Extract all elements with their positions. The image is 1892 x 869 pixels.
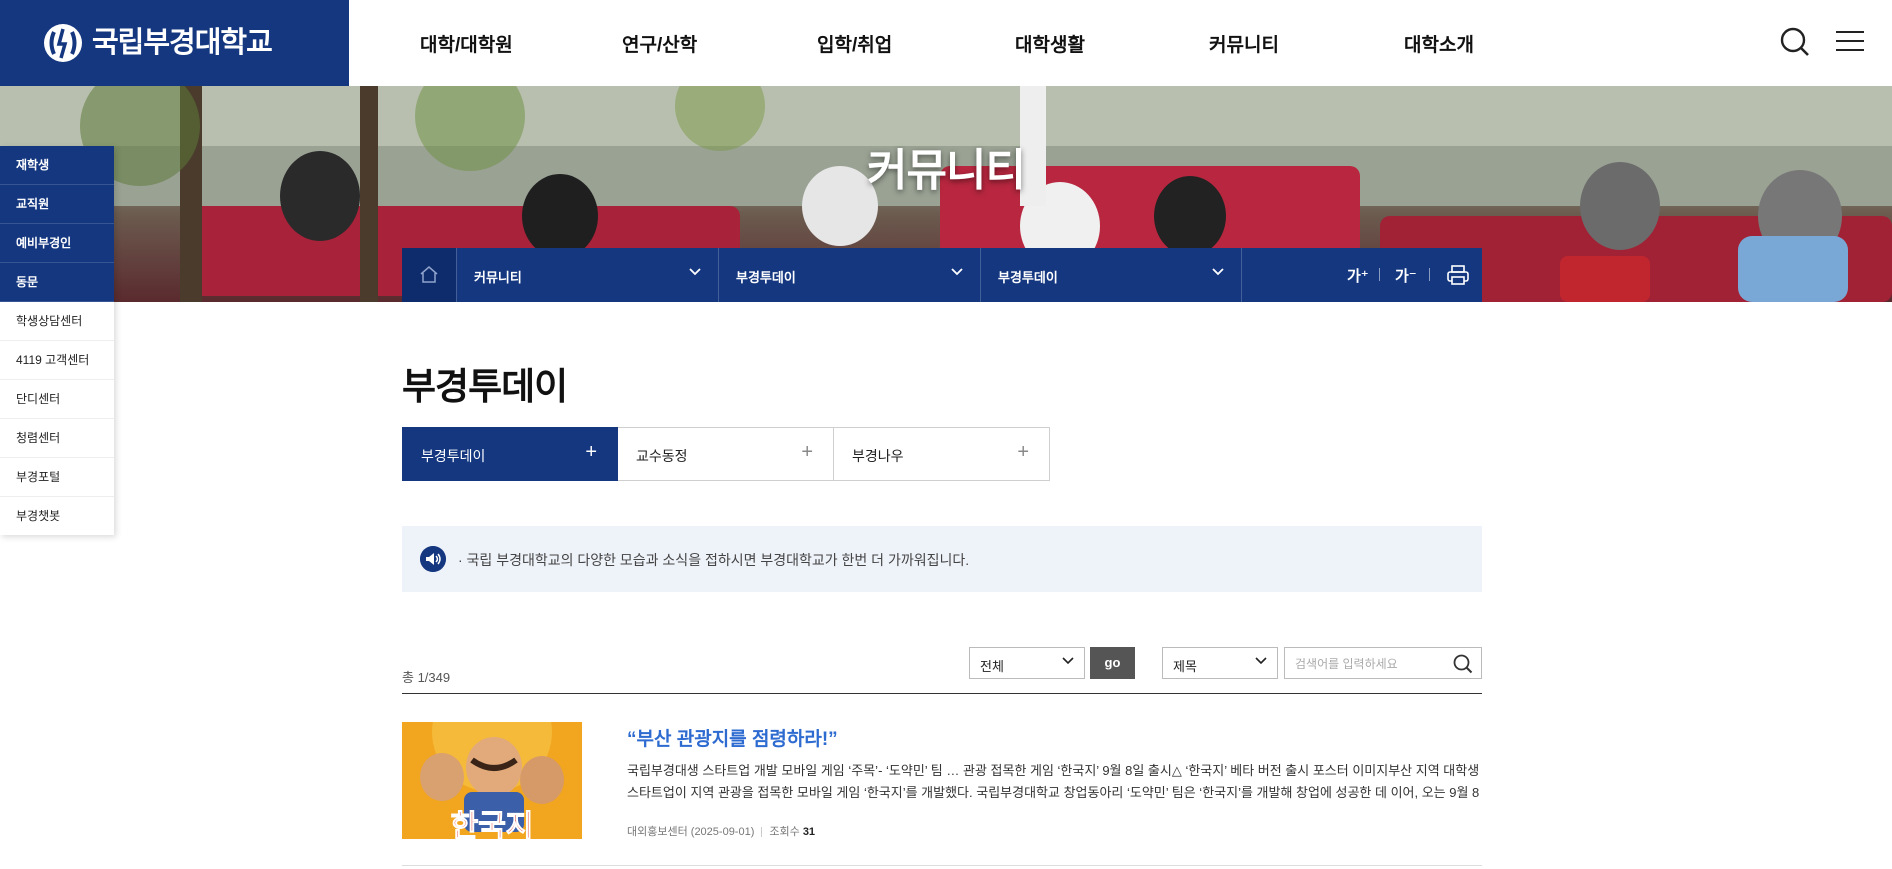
quick-item-integrity-center[interactable]: 청렴센터 bbox=[0, 419, 114, 458]
quick-item-dandi-center[interactable]: 단디센터 bbox=[0, 380, 114, 419]
notice-banner: · 국립 부경대학교의 다양한 모습과 소식을 접하시면 부경대학교가 한번 더… bbox=[402, 526, 1482, 592]
hamburger-menu-icon[interactable] bbox=[1836, 31, 1864, 53]
home-icon bbox=[420, 266, 438, 283]
tab-label: 부경투데이 bbox=[421, 448, 486, 464]
chevron-down-icon bbox=[1212, 268, 1224, 276]
tab-bukyung-now[interactable]: 부경나우 + bbox=[834, 427, 1050, 481]
nav-item-community[interactable]: 커뮤니티 bbox=[1209, 30, 1279, 57]
article-thumbnail[interactable]: 한국지 bbox=[402, 722, 582, 839]
location-depth2-dropdown[interactable]: 부경투데이 bbox=[718, 248, 981, 302]
location-depth2-label: 부경투데이 bbox=[736, 270, 796, 285]
hero-title: 커뮤니티 bbox=[867, 146, 1026, 195]
sub-tabs: 부경투데이 + 교수동정 + 부경나우 + bbox=[402, 427, 1050, 481]
article-meta: 대외홍보센터 (2025-09-01) 조회수 31 bbox=[627, 823, 815, 839]
article-thumbnail-image: 한국지 bbox=[402, 722, 582, 839]
chevron-down-icon bbox=[1062, 657, 1074, 665]
quick-item-prospective[interactable]: 예비부경인 bbox=[0, 224, 114, 263]
nav-item-about[interactable]: 대학소개 bbox=[1404, 30, 1474, 57]
chevron-down-icon bbox=[951, 268, 963, 276]
tab-faculty-news[interactable]: 교수동정 + bbox=[618, 427, 834, 481]
chevron-down-icon bbox=[689, 268, 701, 276]
plus-icon: + bbox=[1017, 441, 1029, 463]
location-depth3-label: 부경투데이 bbox=[998, 270, 1058, 285]
category-select-value: 전체 bbox=[980, 659, 1004, 674]
nav-item-admission[interactable]: 입학/취업 bbox=[817, 30, 892, 57]
thumbnail-game-title: 한국지 bbox=[451, 809, 534, 839]
search-icon[interactable] bbox=[1453, 654, 1473, 674]
tab-bukyung-today[interactable]: 부경투데이 + bbox=[402, 427, 618, 481]
quick-item-students[interactable]: 재학생 bbox=[0, 146, 114, 185]
university-emblem-icon bbox=[44, 24, 82, 62]
location-depth3-dropdown[interactable]: 부경투데이 bbox=[980, 248, 1242, 302]
search-field-value: 제목 bbox=[1173, 659, 1197, 674]
font-size-up-button[interactable]: 가⁺ bbox=[1347, 265, 1369, 286]
location-depth1-dropdown[interactable]: 커뮤니티 bbox=[456, 248, 719, 302]
tab-label: 교수동정 bbox=[636, 448, 688, 464]
total-count: 총 1/349 bbox=[402, 670, 451, 685]
font-size-down-button[interactable]: 가⁻ bbox=[1395, 265, 1417, 286]
logo-text: 국립부경대학교 bbox=[92, 27, 273, 59]
list-top-divider bbox=[402, 693, 1482, 694]
chevron-down-icon bbox=[1255, 657, 1267, 665]
quick-item-portal[interactable]: 부경포털 bbox=[0, 458, 114, 497]
logo[interactable]: 국립부경대학교 bbox=[0, 0, 349, 86]
nav-item-research[interactable]: 연구/산학 bbox=[622, 30, 697, 57]
article-summary: 국립부경대생 스타트업 개발 모바일 게임 ‘주목’- ‘도약민’ 팀 … 관광… bbox=[627, 763, 1480, 800]
search-field-select[interactable]: 제목 bbox=[1162, 647, 1278, 679]
page-tools: 가⁺ 가⁻ bbox=[1241, 248, 1483, 302]
article-views-count: 31 bbox=[802, 826, 816, 838]
plus-icon: + bbox=[585, 441, 597, 463]
search-box bbox=[1284, 647, 1482, 679]
quick-item-staff[interactable]: 교직원 bbox=[0, 185, 114, 224]
nav-item-academics[interactable]: 대학/대학원 bbox=[420, 30, 513, 57]
location-bar: 커뮤니티 부경투데이 부경투데이 가⁺ 가⁻ bbox=[402, 248, 1482, 302]
search-input[interactable] bbox=[1293, 654, 1447, 674]
article-views-label: 조회수 bbox=[769, 826, 800, 838]
list-item-divider bbox=[402, 865, 1482, 866]
quick-menu: 재학생 교직원 예비부경인 동문 학생상담센터 4119 고객센터 단디센터 청… bbox=[0, 146, 114, 535]
tab-label: 부경나우 bbox=[852, 448, 904, 464]
home-button[interactable] bbox=[402, 248, 456, 302]
plus-icon: + bbox=[801, 441, 813, 463]
quick-item-customer-center[interactable]: 4119 고객센터 bbox=[0, 341, 114, 380]
print-icon[interactable] bbox=[1447, 264, 1469, 286]
article-writer-date: 대외홍보센터 (2025-09-01) bbox=[627, 826, 755, 838]
location-depth1-label: 커뮤니티 bbox=[474, 270, 522, 285]
quick-item-counseling[interactable]: 학생상담센터 bbox=[0, 302, 114, 341]
notice-text: · 국립 부경대학교의 다양한 모습과 소식을 접하시면 부경대학교가 한번 더… bbox=[458, 552, 970, 568]
nav-item-campus-life[interactable]: 대학생활 bbox=[1015, 30, 1085, 57]
page-title: 부경투데이 bbox=[402, 366, 568, 407]
quick-item-chatbot[interactable]: 부경챗봇 bbox=[0, 497, 114, 535]
search-icon[interactable] bbox=[1780, 27, 1810, 57]
quick-item-alumni[interactable]: 동문 bbox=[0, 263, 114, 302]
go-button[interactable]: go bbox=[1090, 647, 1135, 679]
category-select[interactable]: 전체 bbox=[969, 647, 1085, 679]
megaphone-icon bbox=[420, 546, 446, 572]
article-title-link[interactable]: “부산 관광지를 점령하라!” bbox=[627, 724, 838, 751]
